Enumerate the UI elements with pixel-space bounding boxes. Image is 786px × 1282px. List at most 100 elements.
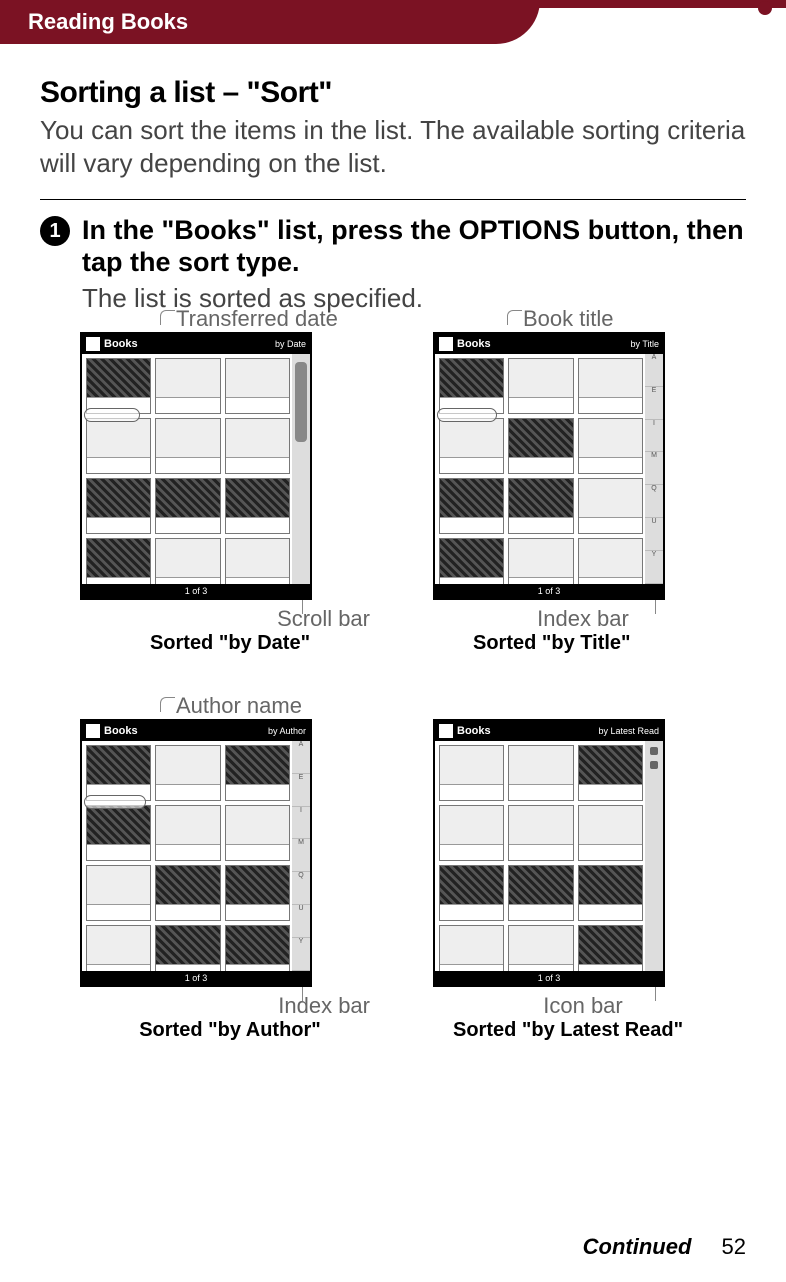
device-frame: Books by Date	[80, 332, 312, 600]
caption-by-date: Sorted "by Date"	[80, 632, 380, 655]
book-thumb	[578, 358, 643, 414]
device-footer: 1 of 3	[82, 584, 310, 598]
book-grid	[439, 745, 643, 981]
index-bar[interactable]: AEIMQUY	[645, 354, 663, 584]
callout-index-bar: Index bar	[80, 993, 380, 1019]
books-icon	[86, 337, 100, 351]
device-body	[435, 354, 645, 584]
book-thumb	[439, 418, 504, 474]
step-title: In the "Books" list, press the OPTIONS b…	[82, 214, 746, 279]
index-letter[interactable]: I	[645, 420, 663, 453]
index-letter[interactable]: Y	[292, 938, 310, 971]
index-letter[interactable]: Q	[292, 872, 310, 905]
book-thumb	[155, 805, 220, 861]
book-thumb	[439, 358, 504, 414]
step-number-badge: 1	[40, 216, 70, 246]
highlight-title-pill	[437, 408, 497, 422]
book-thumb	[225, 865, 290, 921]
book-thumb	[155, 865, 220, 921]
screenshot-by-latest-read: Books by Latest Read	[433, 719, 733, 1042]
books-icon	[439, 337, 453, 351]
book-thumb	[86, 418, 151, 474]
index-letter[interactable]: U	[645, 518, 663, 551]
scroll-thumb[interactable]	[295, 362, 307, 442]
header-dot-icon	[758, 1, 772, 15]
book-thumb	[86, 805, 151, 861]
sort-mode-label: by Author	[268, 726, 306, 736]
device-footer: 1 of 3	[82, 971, 310, 985]
highlight-author-pill	[84, 795, 146, 809]
caption-by-author: Sorted "by Author"	[80, 1019, 380, 1042]
device-frame: Books by Author	[80, 719, 312, 987]
scroll-bar[interactable]	[292, 354, 310, 584]
sort-mode-label: by Title	[630, 339, 659, 349]
index-letter[interactable]: A	[292, 741, 310, 774]
books-icon	[86, 724, 100, 738]
step-1: 1 In the "Books" list, press the OPTIONS…	[40, 214, 746, 314]
device-body	[82, 354, 292, 584]
device-footer: 1 of 3	[435, 971, 663, 985]
book-thumb	[439, 478, 504, 534]
book-thumb	[508, 745, 573, 801]
device-frame: Books by Latest Read	[433, 719, 665, 987]
book-thumb	[578, 478, 643, 534]
callout-author-name: Author name	[176, 693, 302, 719]
leader-line	[655, 600, 656, 614]
book-thumb	[86, 358, 151, 414]
index-letter[interactable]: A	[645, 354, 663, 387]
book-thumb	[508, 865, 573, 921]
icon-bar-item[interactable]	[650, 747, 658, 755]
device-title: Books	[104, 725, 138, 737]
index-letter[interactable]: Y	[645, 551, 663, 584]
book-thumb	[86, 865, 151, 921]
book-thumb	[155, 358, 220, 414]
page-number: 52	[722, 1234, 746, 1259]
book-thumb	[578, 745, 643, 801]
page-footer: Continued 52	[583, 1234, 746, 1260]
divider	[40, 199, 746, 200]
continued-label: Continued	[583, 1234, 692, 1259]
book-grid	[86, 745, 290, 981]
book-thumb	[508, 358, 573, 414]
step-body: In the "Books" list, press the OPTIONS b…	[82, 214, 746, 314]
index-letter[interactable]: E	[292, 774, 310, 807]
book-thumb	[578, 865, 643, 921]
books-icon	[439, 724, 453, 738]
device-header: Books by Author	[82, 721, 310, 741]
index-letter[interactable]: E	[645, 387, 663, 420]
index-bar[interactable]: AEIMQUY	[292, 741, 310, 971]
book-thumb	[155, 478, 220, 534]
index-letter[interactable]: I	[292, 807, 310, 840]
index-letter[interactable]: Q	[645, 485, 663, 518]
book-thumb	[225, 478, 290, 534]
book-thumb	[578, 805, 643, 861]
book-thumb	[508, 805, 573, 861]
book-thumb	[225, 358, 290, 414]
index-letter[interactable]: M	[645, 452, 663, 485]
book-thumb	[439, 865, 504, 921]
book-thumb	[86, 478, 151, 534]
callout-transferred-date: Transferred date	[176, 306, 338, 332]
device-title: Books	[457, 725, 491, 737]
book-thumb	[225, 418, 290, 474]
device-header: Books by Date	[82, 334, 310, 354]
highlight-date-pill	[84, 408, 140, 422]
breadcrumb-text: Reading Books	[28, 9, 188, 35]
book-thumb	[508, 418, 573, 474]
leader-line	[655, 987, 656, 1001]
device-title: Books	[457, 338, 491, 350]
book-thumb	[508, 478, 573, 534]
book-thumb	[578, 418, 643, 474]
device-frame: Books by Title	[433, 332, 665, 600]
index-letter[interactable]: M	[292, 839, 310, 872]
callout-index-bar: Index bar	[433, 606, 733, 632]
caption-by-title: Sorted "by Title"	[433, 632, 733, 655]
device-header: Books by Title	[435, 334, 663, 354]
book-thumb	[225, 745, 290, 801]
screenshot-by-title: Book title Books by Title	[433, 332, 733, 655]
section-intro: You can sort the items in the list. The …	[40, 114, 746, 179]
device-title: Books	[104, 338, 138, 350]
icon-bar-item[interactable]	[650, 761, 658, 769]
index-letter[interactable]: U	[292, 905, 310, 938]
icon-bar[interactable]	[645, 741, 663, 971]
